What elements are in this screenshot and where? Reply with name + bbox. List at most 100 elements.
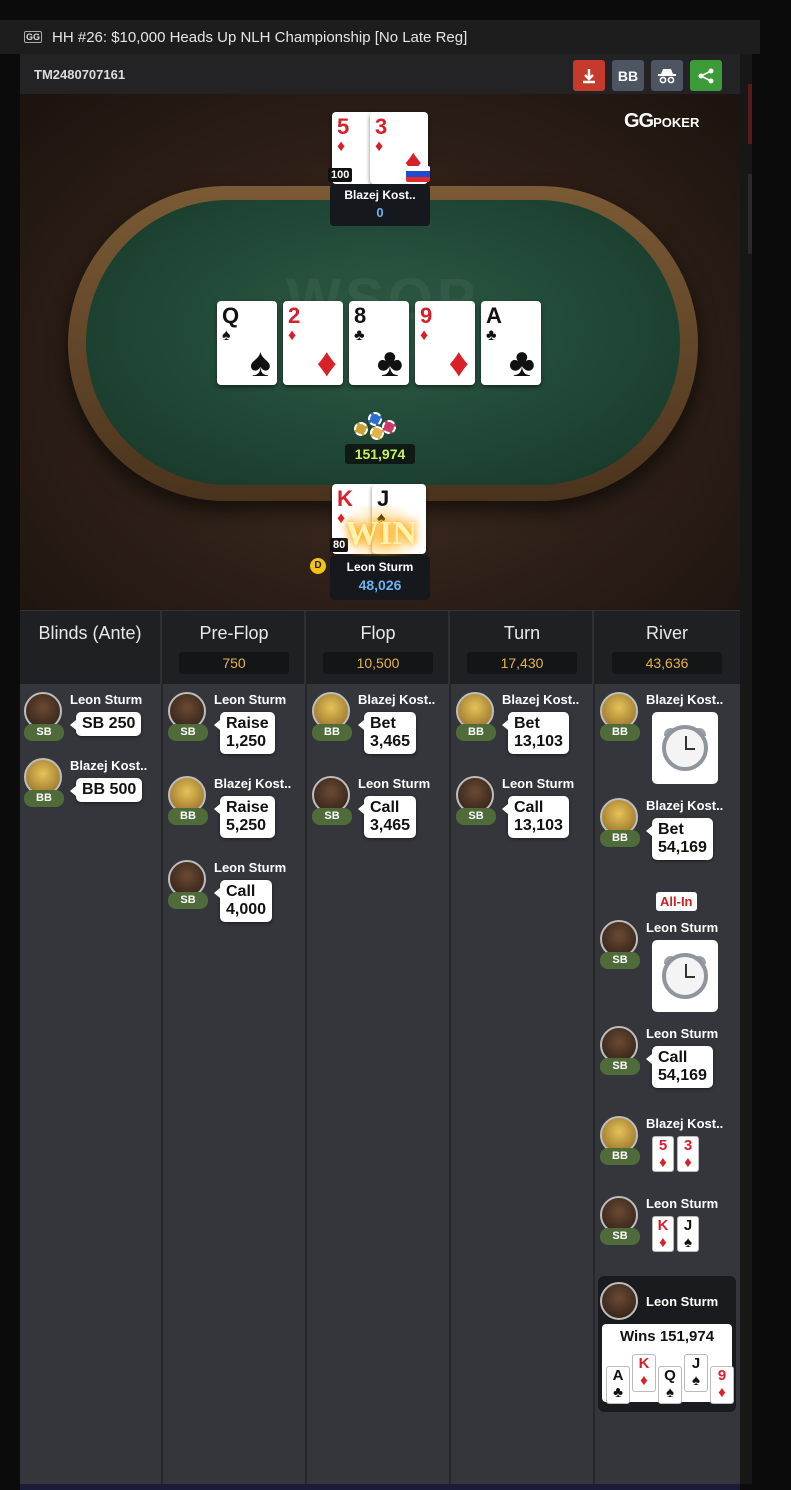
position-badge: SB: [600, 952, 640, 969]
ggpoker-logo: GGPOKER: [624, 110, 700, 132]
slovenia-flag-icon: [406, 166, 430, 182]
incognito-button[interactable]: [651, 60, 683, 91]
mini-card: J ♠: [677, 1216, 699, 1252]
action-bubble: SB 250: [69, 712, 142, 736]
player-name: Blazej Kost..: [502, 692, 580, 707]
player-name: Leon Sturm: [214, 692, 287, 707]
mini-card: K ♦: [632, 1354, 656, 1392]
flop-column: BB Blazej Kost.. Bet 3,465 SB Leon Sturm …: [308, 684, 451, 1484]
board-card-2: 2 ♦ ♦: [283, 301, 343, 385]
top-player-name: Blazej Kost..: [344, 188, 416, 202]
mini-card: 5 ♦: [652, 1136, 674, 1172]
preflop-column: SB Leon Sturm Raise 1,250 BB Blazej Kost.…: [164, 684, 307, 1484]
mini-card: Q ♠: [658, 1366, 682, 1404]
window-title: HH #26: $10,000 Heads Up NLH Championshi…: [52, 28, 468, 46]
bb-toggle-button[interactable]: BB: [612, 60, 644, 91]
street-flop[interactable]: Flop 10,500: [308, 611, 450, 685]
position-badge: SB: [312, 808, 352, 825]
player-name: Leon Sturm: [358, 776, 431, 791]
mini-card: 9 ♦: [710, 1366, 734, 1404]
position-badge: BB: [600, 724, 640, 741]
street-river[interactable]: River 43,636: [596, 611, 738, 685]
mini-card: J ♠: [684, 1354, 708, 1392]
player-name: Leon Sturm: [646, 920, 719, 935]
player-name: Blazej Kost..: [358, 692, 436, 707]
bottom-border: [20, 1484, 740, 1490]
position-badge: BB: [456, 724, 496, 741]
board-card-5: A ♣ ♣: [481, 301, 541, 385]
action-bubble: Raise 5,250: [214, 796, 275, 838]
mini-card: 3 ♦: [677, 1136, 699, 1172]
position-badge: SB: [24, 724, 64, 741]
hand-id: TM2480707161: [34, 66, 126, 82]
position-badge: SB: [600, 1058, 640, 1075]
bottom-player-seat[interactable]: Leon Sturm 48,026: [330, 556, 430, 600]
position-badge: SB: [600, 1228, 640, 1245]
river-pot: 43,636: [612, 652, 722, 674]
action-bubble: Raise 1,250: [214, 712, 275, 754]
position-badge: BB: [24, 790, 64, 807]
dealer-button-icon: D: [310, 558, 326, 574]
pot-amount: 151,974: [345, 444, 415, 464]
player-name: Leon Sturm: [646, 1196, 719, 1211]
action-bubble: Bet 13,103: [502, 712, 569, 754]
player-name: Leon Sturm: [70, 692, 143, 707]
shown-cards: K ♦ J ♠: [652, 1216, 699, 1252]
win-badge: WIN: [336, 506, 426, 562]
timebank-clock-icon: [652, 712, 718, 784]
street-blinds[interactable]: Blinds (Ante): [20, 611, 162, 685]
street-header-row: Blinds (Ante) Pre-Flop 750 Flop 10,500 Tur…: [20, 610, 740, 685]
action-bubble: Call 4,000: [213, 880, 273, 922]
download-icon: [583, 68, 595, 83]
player-name: Blazej Kost..: [214, 776, 292, 791]
board-card-1: Q ♠ ♠: [217, 301, 277, 385]
flop-pot: 10,500: [323, 652, 433, 674]
player-name: Blazej Kost..: [646, 798, 724, 813]
player-name: Blazej Kost..: [646, 692, 724, 707]
position-badge: BB: [600, 1148, 640, 1165]
timebank-clock-icon: [652, 940, 718, 1012]
gg-app-icon: GG: [24, 31, 43, 43]
board-card-3: 8 ♣ ♣: [349, 301, 409, 385]
action-bubble: Call 13,103: [502, 796, 569, 838]
replay-table-area: GGPOKER WSOP 5 ♦ 3 ♦ ♦ 100 Blazej Kost.. 0 …: [20, 94, 740, 610]
share-icon: [698, 68, 714, 83]
position-badge: SB: [168, 724, 208, 741]
board-card-4: 9 ♦ ♦: [415, 301, 475, 385]
pot-chips-icon: [350, 408, 410, 444]
preflop-pot: 750: [179, 652, 289, 674]
bottom-player-name: Leon Sturm: [346, 560, 414, 574]
player-name: Blazej Kost..: [646, 1116, 724, 1131]
title-bar: GG HH #26: $10,000 Heads Up NLH Champion…: [0, 20, 760, 54]
turn-pot: 17,430: [467, 652, 577, 674]
right-scroll-strip[interactable]: [740, 54, 752, 1484]
street-preflop[interactable]: Pre-Flop 750: [164, 611, 306, 685]
player-name: Leon Sturm: [214, 860, 287, 875]
winner-box: Leon Sturm Wins 151,974 A ♣ K ♦ Q ♠ J ♠ 9 ♦: [598, 1276, 736, 1412]
top-player-stack-tag: 100: [328, 168, 353, 182]
action-bubble: BB 500: [69, 778, 143, 802]
top-player-seat[interactable]: Blazej Kost.. 0: [330, 184, 430, 226]
player-name: Leon Sturm: [646, 1026, 719, 1041]
blinds-column: SB Leon Sturm SB 250 BB Blazej Kost.. BB…: [20, 684, 163, 1484]
shown-cards: 5 ♦ 3 ♦: [652, 1136, 699, 1172]
action-bubble: Bet 54,169: [646, 818, 713, 860]
position-badge: BB: [312, 724, 352, 741]
winning-hand-cards: A ♣ K ♦ Q ♠ J ♠ 9 ♦: [606, 1354, 734, 1404]
hand-history-window: GG HH #26: $10,000 Heads Up NLH Champion…: [0, 0, 791, 1490]
bottom-player-stack: 48,026: [358, 577, 402, 593]
mini-card: K ♦: [652, 1216, 674, 1252]
top-player-stack: 0: [376, 205, 384, 220]
mini-card: A ♣: [606, 1366, 630, 1404]
position-badge: BB: [168, 808, 208, 825]
position-badge: BB: [600, 830, 640, 847]
share-button[interactable]: [690, 60, 722, 91]
position-badge: SB: [168, 892, 208, 909]
download-button[interactable]: [573, 60, 605, 91]
player-name: Leon Sturm: [502, 776, 575, 791]
winner-name: Leon Sturm: [646, 1294, 719, 1309]
action-columns: SB Leon Sturm SB 250 BB Blazej Kost.. BB…: [20, 684, 740, 1484]
street-turn[interactable]: Turn 17,430: [452, 611, 594, 685]
action-bubble: Bet 3,465: [357, 712, 417, 754]
all-in-badge: All-In: [656, 892, 697, 911]
